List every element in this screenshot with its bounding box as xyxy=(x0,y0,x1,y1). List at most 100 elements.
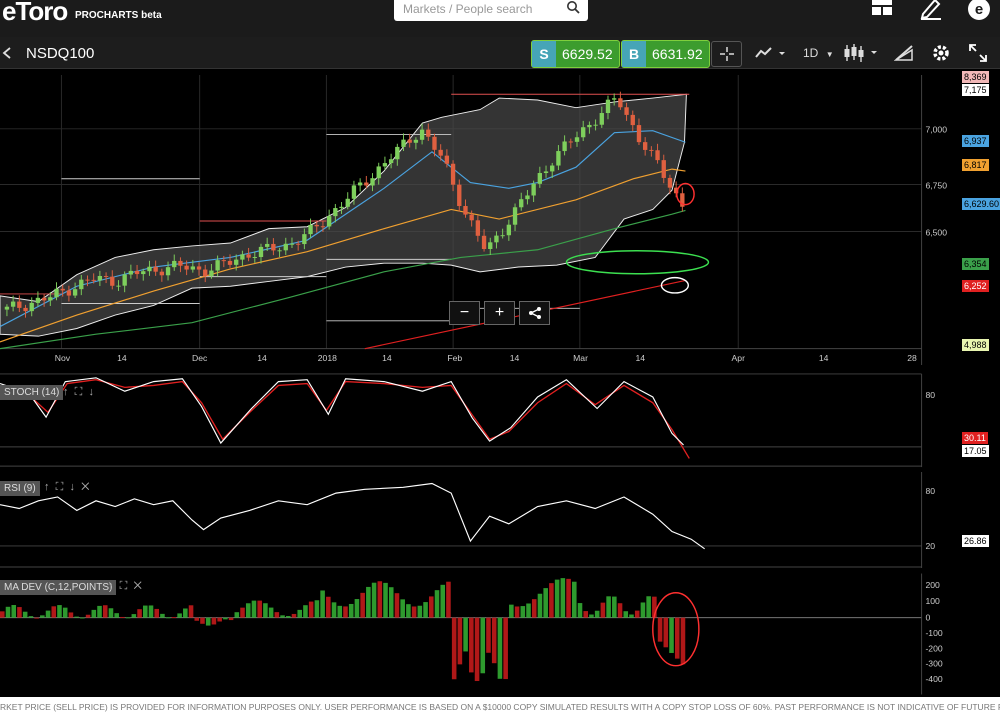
madev-bar xyxy=(97,605,102,618)
rsi-label[interactable]: RSI (9) xyxy=(0,481,40,496)
indicators-button[interactable] xyxy=(755,45,785,66)
maximize-icon[interactable]: ⛶ xyxy=(56,481,64,493)
madev-bar xyxy=(429,596,434,618)
layout-icon[interactable] xyxy=(871,0,893,18)
madev-bar xyxy=(606,596,611,618)
move-down-icon[interactable]: ↓ xyxy=(69,481,75,493)
maximize-icon[interactable]: ⛶ xyxy=(75,386,83,398)
candle-body xyxy=(432,136,437,150)
madev-bar xyxy=(11,605,17,618)
madev-bar xyxy=(268,607,274,618)
madev-bar xyxy=(45,610,51,618)
madev-bar xyxy=(348,603,354,618)
chart-type-button[interactable] xyxy=(843,43,879,68)
madev-bar xyxy=(457,617,463,665)
candle-body xyxy=(4,306,10,310)
y-tick: 6,500 xyxy=(925,227,947,237)
candle-body xyxy=(537,173,542,184)
candle-body xyxy=(178,260,183,266)
madev-bar xyxy=(171,617,177,619)
sell-button[interactable]: S 6629.52 xyxy=(531,40,620,68)
candle-body xyxy=(209,270,214,277)
madev-bar xyxy=(40,615,45,618)
candle-body xyxy=(556,151,561,166)
madev-bar xyxy=(57,605,62,618)
rsi-y-tick: 20 xyxy=(925,541,935,551)
move-up-icon[interactable]: ↑ xyxy=(63,386,69,398)
timeframe-selector[interactable]: 1D ▼ xyxy=(803,46,834,60)
candle-body xyxy=(271,243,276,251)
madev-bar xyxy=(343,606,348,618)
share-button[interactable] xyxy=(519,301,550,325)
share-icon xyxy=(528,307,541,319)
madev-bar xyxy=(5,606,11,618)
stoch-panel[interactable]: 80 xyxy=(0,372,960,469)
madev-bar xyxy=(434,590,440,618)
madev-bar xyxy=(509,604,514,618)
madev-bar xyxy=(640,602,646,618)
stoch-label[interactable]: STOCH (14) xyxy=(0,385,64,400)
fullscreen-icon[interactable] xyxy=(969,44,987,62)
zoom-in-button[interactable]: + xyxy=(484,301,515,325)
drawing-tools-icon[interactable] xyxy=(894,44,914,62)
madev-bar xyxy=(680,617,686,665)
madev-bar xyxy=(388,587,394,618)
madev-bar xyxy=(28,616,34,618)
search-input[interactable]: Markets / People search xyxy=(403,2,532,16)
candle-body xyxy=(488,242,493,250)
x-tick: 2018 xyxy=(318,353,337,363)
product-name: PROCHARTS beta xyxy=(75,10,162,21)
madev-bar xyxy=(623,611,629,618)
move-down-icon[interactable]: ↓ xyxy=(88,386,94,398)
search-box[interactable]: Markets / People search xyxy=(394,0,588,21)
candle-body xyxy=(661,160,666,178)
search-icon[interactable] xyxy=(566,0,580,14)
draw-pen-icon[interactable] xyxy=(919,0,943,20)
candle-body xyxy=(221,260,226,262)
close-icon[interactable]: ✕ xyxy=(81,481,89,493)
madev-panel[interactable]: 200 100 0 -100 -200 -300 -400 xyxy=(0,571,960,697)
madev-y-tick: -200 xyxy=(925,643,942,653)
madev-bar xyxy=(406,604,411,618)
settings-gear-icon[interactable] xyxy=(931,43,951,63)
etoro-logo[interactable]: eToro xyxy=(2,0,68,27)
back-arrow-icon[interactable] xyxy=(2,47,12,59)
candle-body xyxy=(550,165,555,172)
candle-body xyxy=(252,256,257,258)
candle-body xyxy=(364,182,369,186)
rsi-controls: ↑ ⛶ ↓ ✕ xyxy=(44,481,89,494)
madev-bar xyxy=(674,617,680,659)
madev-bar xyxy=(125,617,131,619)
move-up-icon[interactable]: ↑ xyxy=(108,580,114,592)
crosshair-button[interactable] xyxy=(711,41,742,67)
rsi-y-tick: 80 xyxy=(925,486,935,496)
candle-body xyxy=(395,146,400,160)
zoom-out-button[interactable]: − xyxy=(449,301,480,325)
candle-body xyxy=(351,185,357,199)
candle-body xyxy=(184,265,189,270)
candle-body xyxy=(23,307,28,312)
move-up-icon[interactable]: ↑ xyxy=(44,481,50,493)
madev-bar xyxy=(366,586,371,618)
price-chart[interactable]: 7,000 6,750 6,500 Nov 14 Dec 14 2018 14 … xyxy=(0,69,960,371)
madev-bar xyxy=(228,617,234,621)
candle-body xyxy=(79,279,84,290)
price-tag-orange: 6,817 xyxy=(962,159,989,171)
maximize-icon[interactable]: ⛶ xyxy=(120,580,128,592)
madev-bar xyxy=(463,617,468,652)
madev-bar xyxy=(274,612,280,618)
etoro-profile-icon[interactable]: e xyxy=(966,0,992,22)
madev-y-tick: 0 xyxy=(925,613,930,623)
candle-body xyxy=(91,279,96,281)
madev-bar xyxy=(337,605,343,618)
close-icon[interactable]: ✕ xyxy=(133,580,141,592)
rsi-panel[interactable]: 80 20 xyxy=(0,470,960,570)
candle-body xyxy=(463,206,468,215)
candle-body xyxy=(110,276,115,286)
madev-bar xyxy=(120,616,125,618)
chevron-down-icon: ▼ xyxy=(825,50,834,59)
madev-bar xyxy=(74,616,79,618)
buy-button[interactable]: B 6631.92 xyxy=(621,40,710,68)
madev-bar xyxy=(480,617,486,674)
madev-label[interactable]: MA DEV (C,12,POINTS) xyxy=(0,580,117,595)
